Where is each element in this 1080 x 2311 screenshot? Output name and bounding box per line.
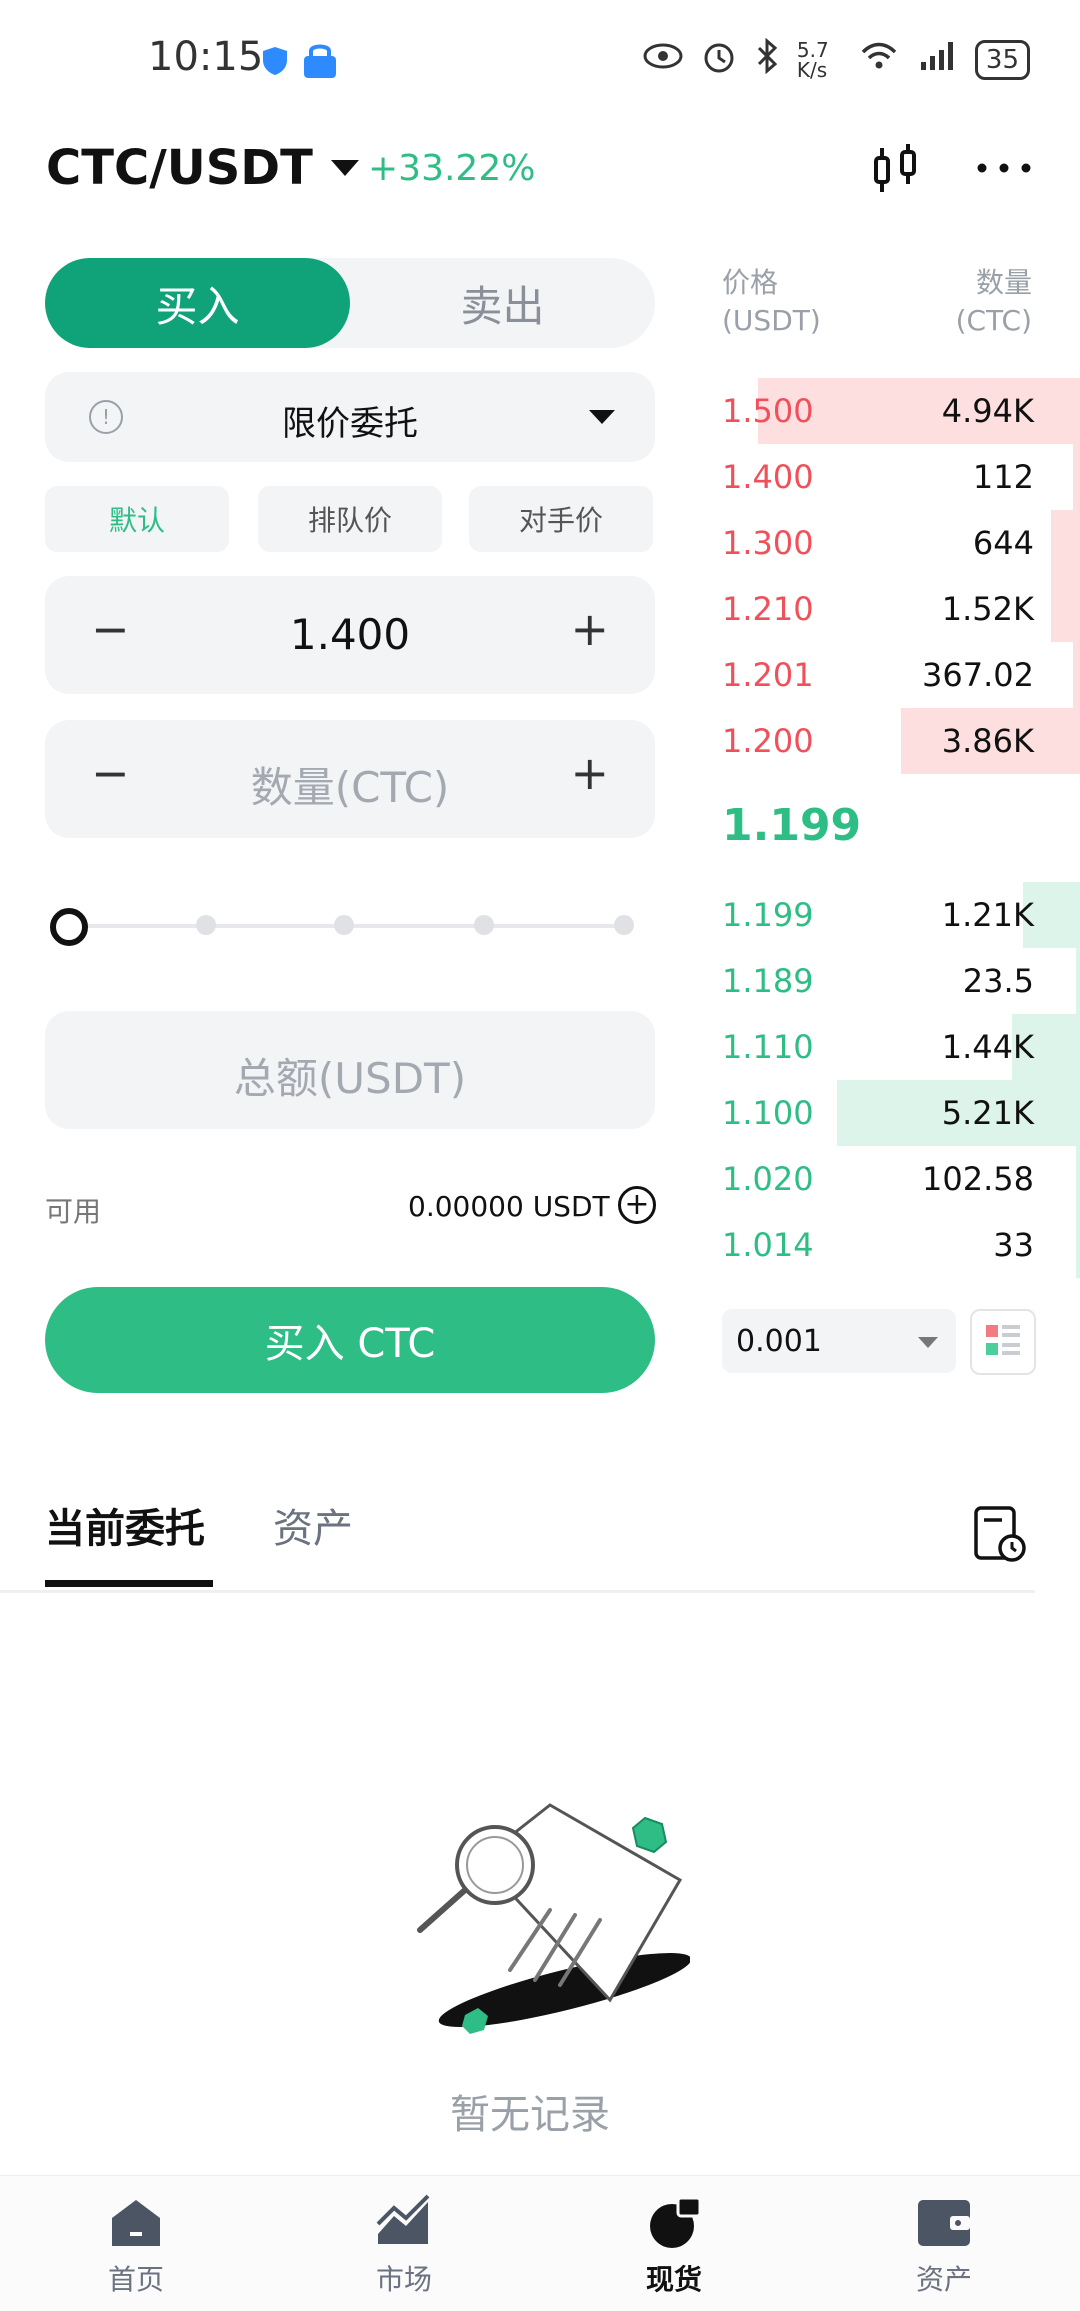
slider-step-75[interactable] [474,915,494,935]
caret-down-icon [330,160,359,176]
eye-icon [643,42,683,78]
status-icons: 5.7 K/s 35 [643,37,1030,82]
plus-button[interactable]: + [570,746,609,800]
wallet-icon [914,2194,974,2250]
order-history-icon[interactable] [970,1504,1030,1564]
available-value: 0.00000 USDT [408,1190,610,1223]
quantity-input[interactable]: − 数量(CTC) + [45,720,655,838]
slider-step-50[interactable] [334,915,354,935]
ask-row[interactable]: 1.500 4.94K [722,378,1080,444]
empty-state-text: 暂无记录 [450,2092,610,2138]
caret-down-icon [589,410,615,424]
nav-assets[interactable]: 资产 [864,2194,1024,2298]
depth-bar [1072,444,1080,510]
sell-tab[interactable]: 卖出 [350,258,655,348]
pair-label: CTC/USDT [46,140,313,196]
nav-label: 市场 [375,2263,432,2296]
signal-icon [917,40,957,80]
slider-step-25[interactable] [196,915,216,935]
order-type-label: 限价委托 [282,404,418,444]
chip-counterparty-price[interactable]: 对手价 [469,486,653,552]
chip-default[interactable]: 默认 [45,486,229,552]
bid-row[interactable]: 1.189 23.5 [722,948,1080,1014]
spot-icon [644,2194,704,2250]
slider-step-100[interactable] [614,915,634,935]
candlestick-chart-icon[interactable] [866,140,926,200]
bid-row[interactable]: 1.199 1.21K [722,882,1080,948]
order-type-select[interactable]: ! 限价委托 [45,372,655,462]
price-change: +33.22% [368,148,536,189]
battery-indicator: 35 [974,40,1030,80]
precision-select[interactable]: 0.001 [722,1309,956,1373]
buy-ctc-button[interactable]: 买入 CTC [45,1287,655,1393]
empty-search-illustration [400,1790,692,2050]
home-icon [106,2194,166,2250]
alarm-icon [701,38,737,82]
ask-row[interactable]: 1.200 3.86K [722,708,1080,774]
buy-sell-toggle: 买入 卖出 [45,258,655,348]
plus-button[interactable]: + [570,602,609,656]
market-chart-icon [374,2194,434,2250]
shield-icon [262,46,288,76]
orderbook-price-header: 价格 (USDT) [722,266,821,337]
nav-home[interactable]: 首页 [56,2194,216,2298]
nav-label: 资产 [915,2263,972,2296]
tab-current-orders[interactable]: 当前委托 [45,1496,205,1554]
last-price[interactable]: 1.199 [722,800,861,851]
nav-market[interactable]: 市场 [324,2194,484,2298]
depth-bar [1076,948,1080,1014]
caret-down-icon [918,1337,938,1348]
bluetooth-icon [755,37,779,82]
bid-row[interactable]: 1.100 5.21K [722,1080,1080,1146]
lock-app-icon [300,40,340,80]
total-placeholder[interactable]: 总额(USDT) [45,1045,655,1106]
ask-row[interactable]: 1.201 367.02 [722,642,1080,708]
add-funds-icon[interactable]: + [618,1186,656,1224]
status-time: 10:15 [148,34,264,80]
precision-value: 0.001 [736,1324,822,1359]
wifi-icon [859,40,899,80]
tab-underline [45,1580,213,1587]
pair-selector[interactable]: CTC/USDT [46,140,359,196]
depth-bar [1072,642,1080,708]
depth-bar [1051,576,1080,642]
bid-row[interactable]: 1.014 33 [722,1212,1080,1278]
ask-row[interactable]: 1.210 1.52K [722,576,1080,642]
available-label: 可用 [45,1195,102,1228]
bid-row[interactable]: 1.020 102.58 [722,1146,1080,1212]
quantity-placeholder[interactable]: 数量(CTC) [45,754,655,815]
depth-bar [1076,1146,1080,1212]
slider-knob[interactable] [50,908,88,946]
bottom-nav: 首页 市场 现货 资产 [0,2175,1080,2311]
bid-row[interactable]: 1.110 1.44K [722,1014,1080,1080]
more-icon[interactable] [974,140,1034,200]
price-input[interactable]: − 1.400 + [45,576,655,694]
nav-label: 首页 [107,2263,164,2296]
ask-row[interactable]: 1.400 112 [722,444,1080,510]
depth-bar [1076,1212,1080,1278]
buy-tab[interactable]: 买入 [45,258,350,348]
nav-spot[interactable]: 现货 [594,2194,754,2298]
total-input[interactable]: 总额(USDT) [45,1011,655,1129]
depth-bar [1051,510,1080,576]
chip-queue-price[interactable]: 排队价 [258,486,442,552]
tab-assets[interactable]: 资产 [273,1496,353,1554]
price-value[interactable]: 1.400 [45,610,655,659]
ask-row[interactable]: 1.300 644 [722,510,1080,576]
orderbook-layout-icon[interactable] [970,1309,1036,1375]
orderbook-qty-header: 数量 (CTC) [955,266,1032,337]
nav-label: 现货 [645,2263,702,2296]
network-speed: 5.7 K/s [796,38,829,82]
tab-divider [0,1590,1035,1593]
